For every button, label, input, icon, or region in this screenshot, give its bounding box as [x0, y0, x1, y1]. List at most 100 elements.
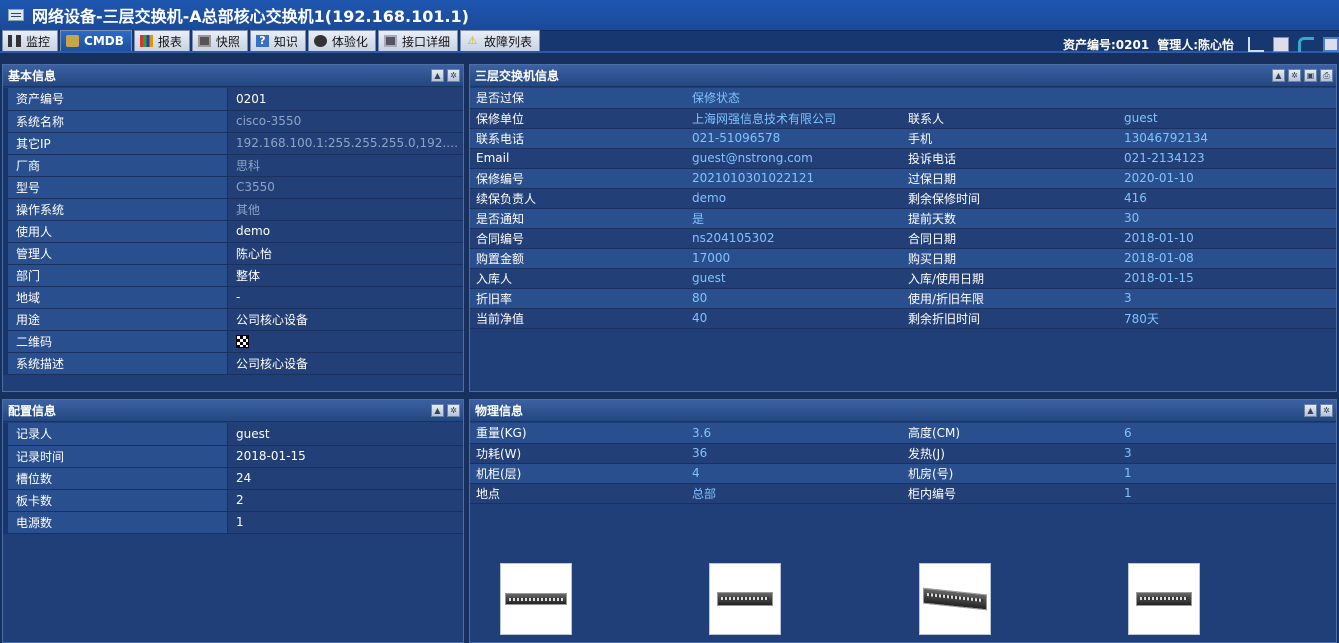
panel-header: 三层交换机信息: [470, 65, 1336, 87]
table-row: 型号 C3550: [3, 176, 463, 199]
device-icon: [8, 9, 24, 21]
device-photo[interactable]: [500, 563, 572, 635]
panel-header: 物理信息: [470, 400, 1336, 422]
field-label: 剩余保修时间: [902, 188, 1118, 209]
tab-monitor[interactable]: 监控: [2, 30, 59, 51]
table-row: 联系电话 021-51096578 手机 13046792134: [470, 128, 1336, 149]
field-label: 机柜(层): [470, 463, 686, 484]
gear-icon[interactable]: ✲: [1320, 404, 1333, 417]
table-row: 部门 整体: [3, 264, 463, 287]
field-label: 重量(KG): [470, 423, 686, 444]
switch-info-panel: 三层交换机信息 ▲ ✲ ▣ ⎙ 是否过保 保修状态 保修单位 上海网强信息技术有限公司 联系人…: [469, 64, 1337, 392]
field-value: 是: [686, 208, 902, 229]
table-row: 二维码: [3, 330, 463, 353]
tab-label: 报表: [157, 34, 182, 49]
experience-icon: [313, 35, 327, 47]
device-photo[interactable]: [709, 563, 781, 635]
field-label: 柜内编号: [902, 483, 1118, 504]
gear-icon[interactable]: ✲: [1288, 69, 1301, 82]
table-row: 系统名称 cisco-3550: [3, 110, 463, 133]
tab-fault-list[interactable]: ⚠ 故障列表: [459, 30, 540, 51]
field-value: 24: [227, 467, 463, 490]
field-label: 过保日期: [902, 168, 1118, 189]
field-value: 其他: [227, 198, 463, 221]
collapse-icon[interactable]: ▲: [1272, 69, 1285, 82]
window-icon[interactable]: [1323, 36, 1339, 52]
field-value: 40: [686, 308, 902, 329]
field-label: 剩余折旧时间: [902, 308, 1118, 329]
qr-code-icon[interactable]: [236, 335, 249, 348]
gear-icon[interactable]: ✲: [447, 404, 460, 417]
arrow-icon[interactable]: [1248, 36, 1264, 52]
table-row: 当前净值 40 剩余折旧时间 780天: [470, 308, 1336, 329]
field-label: 入库人: [470, 268, 686, 289]
form-icon[interactable]: [1273, 36, 1289, 52]
field-label: 折旧率: [470, 288, 686, 309]
field-value: -: [227, 286, 463, 309]
switch-image: [717, 592, 773, 606]
tab-port-detail[interactable]: 接口详细: [377, 30, 458, 51]
field-label: 当前净值: [470, 308, 686, 329]
table-row: 资产编号 0201: [3, 88, 463, 111]
field-label: 是否过保: [470, 88, 686, 109]
field-label: 功耗(W): [470, 443, 686, 464]
report-icon: [139, 35, 153, 47]
print-icon[interactable]: ⎙: [1320, 69, 1333, 82]
field-label: 使用/折旧年限: [902, 288, 1118, 309]
device-photo[interactable]: [919, 563, 991, 635]
field-value: cisco-3550: [227, 110, 463, 133]
tab-experience[interactable]: 体验化: [307, 30, 376, 51]
physical-info-panel: 物理信息 ▲ ✲ 重量(KG) 3.6 高度(CM) 6 功耗(W) 36 发热(J) 3 机柜(…: [469, 399, 1337, 643]
collapse-icon[interactable]: ▲: [431, 404, 444, 417]
field-value: demo: [227, 220, 463, 243]
collapse-icon[interactable]: ▲: [1304, 404, 1317, 417]
field-value: 0201: [227, 88, 463, 111]
table-row: Email guest@nstrong.com 投诉电话 021-2134123: [470, 148, 1336, 169]
field-value: guest: [686, 268, 902, 289]
collapse-icon[interactable]: ▲: [431, 69, 444, 82]
field-label: 板卡数: [3, 489, 228, 512]
panel-header: 基本信息: [3, 65, 463, 87]
tab-report[interactable]: 报表: [133, 30, 190, 51]
panel-title: 三层交换机信息: [475, 69, 560, 83]
field-value: 80: [686, 288, 902, 309]
manager-name: 管理人:陈心怡: [1157, 37, 1234, 52]
back-icon[interactable]: [1298, 36, 1314, 52]
header-info: 资产编号:0201 管理人:陈心怡: [1063, 35, 1339, 53]
title-bar: 网络设备-三层交换机-A总部核心交换机1(192.168.101.1): [0, 0, 1339, 31]
field-value: 2018-01-10: [1118, 228, 1336, 249]
tab-snapshot[interactable]: 快照: [191, 30, 248, 51]
panel-title: 基本信息: [8, 69, 57, 83]
device-photo[interactable]: [1128, 563, 1200, 635]
field-value: 公司核心设备: [227, 308, 463, 331]
field-value: 3.6: [686, 423, 902, 444]
gear-icon[interactable]: ✲: [447, 69, 460, 82]
field-label: 联系电话: [470, 128, 686, 149]
field-label: 是否通知: [470, 208, 686, 229]
table-row: 用途 公司核心设备: [3, 308, 463, 331]
field-value: ns204105302: [686, 228, 902, 249]
field-value: C3550: [227, 176, 463, 199]
tab-knowledge[interactable]: ? 知识: [249, 30, 306, 51]
tab-cmdb[interactable]: CMDB: [60, 30, 132, 51]
save-icon[interactable]: ▣: [1304, 69, 1317, 82]
table-row: 购置金额 17000 购买日期 2018-01-08: [470, 248, 1336, 269]
field-label: 其它IP: [3, 132, 228, 155]
field-value: [1118, 88, 1336, 109]
field-label: 投诉电话: [902, 148, 1118, 169]
tab-label: CMDB: [84, 34, 124, 48]
field-label: 机房(号): [902, 463, 1118, 484]
field-label: 合同编号: [470, 228, 686, 249]
field-label: 记录人: [3, 423, 228, 446]
field-label: 购买日期: [902, 248, 1118, 269]
field-value: 保修状态: [686, 88, 902, 109]
field-value: 780天: [1118, 308, 1336, 329]
table-row: 功耗(W) 36 发热(J) 3: [470, 443, 1336, 464]
tab-label: 故障列表: [483, 34, 532, 49]
field-label: 保修编号: [470, 168, 686, 189]
table-row: 记录时间 2018-01-15: [3, 445, 463, 468]
page-title: 网络设备-三层交换机-A总部核心交换机1(192.168.101.1): [32, 7, 469, 26]
monitor-icon: [8, 35, 21, 47]
field-label: 用途: [3, 308, 228, 331]
table-row: 重量(KG) 3.6 高度(CM) 6: [470, 423, 1336, 444]
